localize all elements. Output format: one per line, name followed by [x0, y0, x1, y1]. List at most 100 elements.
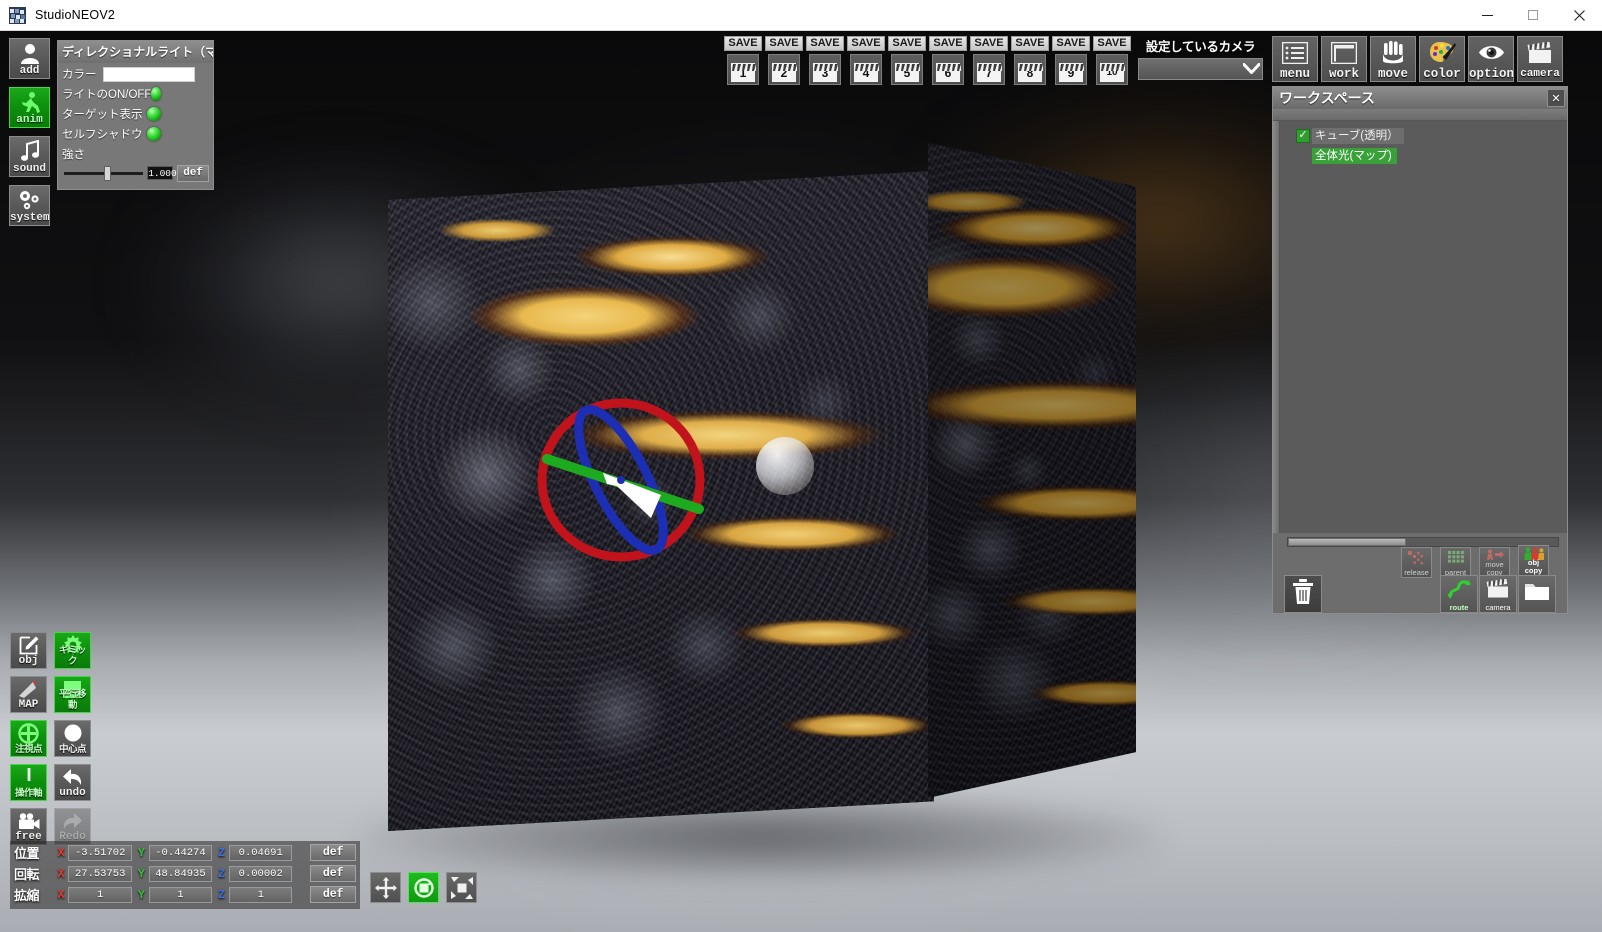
object-tool-center[interactable]: 中心点 — [54, 720, 91, 757]
light-selfshadow-toggle[interactable] — [147, 127, 161, 141]
save-slot[interactable]: SAVE 5 — [888, 36, 926, 85]
object-tool-undo[interactable]: undo — [54, 764, 91, 801]
workspace-object-list[interactable]: ✓ キューブ(透明） 全体光(マップ) — [1280, 121, 1567, 533]
light-strength-slider[interactable] — [64, 165, 144, 181]
camera-selector: 設定しているカメラ — [1138, 36, 1263, 80]
save-slot[interactable]: SAVE 4 — [847, 36, 885, 85]
clapperboard-icon: 7 — [973, 54, 1005, 85]
save-slot[interactable]: SAVE 8 — [1011, 36, 1049, 85]
light-onoff-row: ライトのON/OFF — [58, 83, 213, 103]
rotation-gizmo[interactable] — [533, 392, 709, 568]
save-slot[interactable]: SAVE 6 — [929, 36, 967, 85]
scale-z-field[interactable]: 1 — [229, 886, 293, 903]
light-target-toggle[interactable] — [147, 107, 161, 121]
scale-default-button[interactable]: def — [310, 886, 356, 903]
top-tool-color-label: color — [1423, 67, 1461, 81]
workspace-frame-icon — [1331, 39, 1357, 66]
position-x-field[interactable]: -3.51702 — [68, 844, 132, 861]
gizmo-mode-scale[interactable] — [446, 872, 477, 903]
save-label: SAVE — [970, 36, 1008, 51]
tool-sound[interactable]: sound — [9, 136, 50, 177]
workspace-release-button[interactable]: release — [1401, 547, 1432, 578]
app-icon — [9, 6, 26, 24]
tool-system[interactable]: system — [9, 185, 50, 226]
save-slot[interactable]: SAVE 2 — [765, 36, 803, 85]
light-target-sphere[interactable] — [756, 437, 814, 495]
workspace-close-icon[interactable]: ✕ — [1547, 89, 1565, 107]
rotation-y-field[interactable]: 48.84935 — [148, 865, 213, 882]
save-slot[interactable]: SAVE 1 — [724, 36, 762, 85]
object-tool-free[interactable]: free — [10, 808, 47, 845]
light-onoff-toggle[interactable] — [151, 87, 161, 101]
light-color-swatch[interactable] — [102, 66, 195, 82]
axis-y-label: Y — [137, 887, 145, 902]
save-slot[interactable]: SAVE 3 — [806, 36, 844, 85]
clapperboard-icon: 3 — [809, 54, 841, 85]
save-slot[interactable]: SAVE 9 — [1052, 36, 1090, 85]
axis-x-label: X — [57, 866, 65, 881]
slider-handle[interactable] — [104, 165, 111, 181]
workspace-obj-copy-label2: copy — [1524, 566, 1543, 575]
workspace-camera-button[interactable]: camera — [1479, 575, 1517, 613]
object-tool-redo[interactable]: Redo — [54, 808, 91, 845]
object-tool-gimmick[interactable]: ギミック — [54, 632, 91, 669]
rotation-z-field[interactable]: 0.00002 — [229, 865, 293, 882]
object-tool-map[interactable]: MAP — [10, 676, 47, 713]
light-color-label: カラー — [62, 69, 97, 81]
axis-z-label: Z — [217, 845, 226, 860]
checkbox-icon[interactable]: ✓ — [1296, 128, 1310, 143]
light-strength-value[interactable]: 1.000 — [147, 166, 177, 180]
workspace-route-button[interactable]: route — [1440, 575, 1478, 613]
axis-y-label: Y — [137, 866, 145, 881]
minimize-button[interactable] — [1464, 0, 1510, 31]
workspace-trash-button[interactable] — [1284, 575, 1322, 613]
tool-add[interactable]: add — [9, 38, 50, 79]
left-tool-column: add anim sound system — [9, 38, 50, 234]
circle-icon — [64, 722, 82, 744]
scale-y-field[interactable]: 1 — [148, 886, 213, 903]
list-item[interactable]: 全体光(マップ) — [1312, 147, 1397, 164]
rotation-default-button[interactable]: def — [310, 865, 356, 882]
transform-panel: 位置 X -3.51702 Y -0.44274 Z 0.04691 def 回… — [10, 841, 360, 909]
workspace-move-copy-button[interactable]: move copy — [1479, 547, 1510, 578]
maximize-button[interactable] — [1510, 0, 1556, 31]
position-z-field[interactable]: 0.04691 — [229, 844, 293, 861]
rotation-x-field[interactable]: 27.53753 — [68, 865, 132, 882]
object-tool-translate[interactable]: 平行移動 — [54, 676, 91, 713]
gizmo-mode-translate[interactable] — [370, 872, 401, 903]
top-tool-color[interactable]: color — [1419, 36, 1465, 82]
workspace-obj-copy-button[interactable]: obj copy — [1518, 545, 1549, 576]
position-y-field[interactable]: -0.44274 — [148, 844, 213, 861]
light-strength-default-button[interactable]: def — [177, 164, 209, 182]
clapperboard-icon: 10 — [1096, 54, 1128, 85]
workspace-parent-button[interactable]: parent — [1440, 547, 1471, 578]
clapperboard-icon: 5 — [891, 54, 923, 85]
top-tool-move[interactable]: move — [1370, 36, 1416, 82]
top-tool-option[interactable]: option — [1468, 36, 1514, 82]
list-item[interactable]: ✓ キューブ(透明） — [1296, 127, 1404, 144]
top-tool-menu[interactable]: menu — [1272, 36, 1318, 82]
top-tool-camera[interactable]: camera — [1517, 36, 1563, 82]
save-label: SAVE — [847, 36, 885, 51]
workspace-body: ✓ キューブ(透明） 全体光(マップ) — [1273, 121, 1567, 533]
object-tool-focus[interactable]: 注視点 — [10, 720, 47, 757]
camera-dropdown[interactable] — [1138, 58, 1263, 80]
workspace-folder-button[interactable] — [1518, 575, 1556, 613]
tool-anim[interactable]: anim — [9, 87, 50, 128]
save-label: SAVE — [806, 36, 844, 51]
save-slot[interactable]: SAVE 7 — [970, 36, 1008, 85]
scale-x-field[interactable]: 1 — [68, 886, 132, 903]
window-title: StudioNEOV2 — [35, 8, 116, 22]
object-tool-obj[interactable]: obj — [10, 632, 47, 669]
workspace-camera-label: camera — [1485, 603, 1511, 612]
top-tool-work[interactable]: work — [1321, 36, 1367, 82]
top-tool-camera-label: camera — [1520, 68, 1560, 80]
close-button[interactable] — [1556, 0, 1602, 31]
position-default-button[interactable]: def — [310, 844, 356, 861]
axis-icon — [19, 766, 39, 788]
gizmo-mode-rotate[interactable] — [408, 872, 439, 903]
workspace-panel: ワークスペース ✕ ✓ キューブ(透明） 全体光(マップ) release pa… — [1272, 86, 1568, 614]
object-tool-axis[interactable]: 操作軸 — [10, 764, 47, 801]
save-slot[interactable]: SAVE 10 — [1093, 36, 1131, 85]
top-tool-work-label: work — [1328, 67, 1359, 81]
